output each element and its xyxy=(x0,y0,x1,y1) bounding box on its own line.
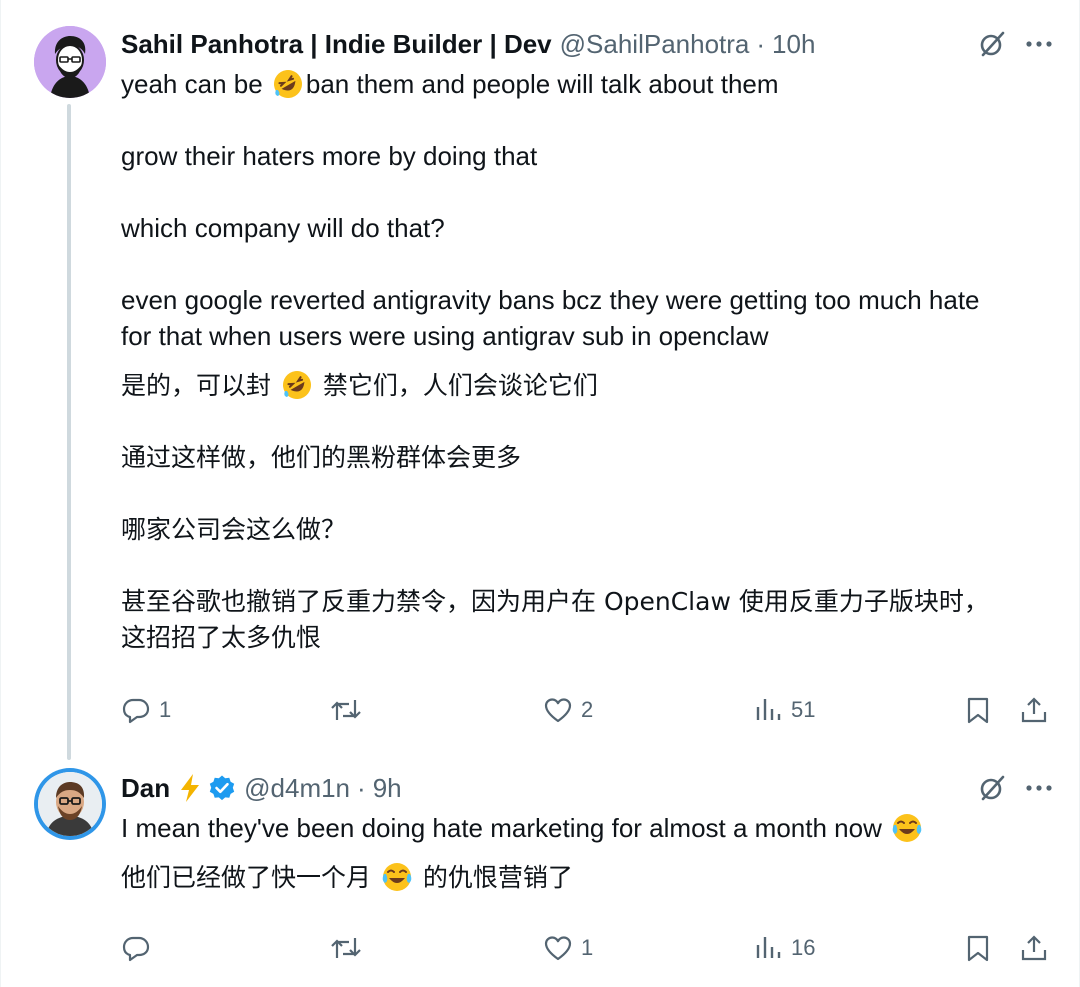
thread-connector-line xyxy=(67,104,71,760)
more-icon[interactable] xyxy=(1025,784,1053,792)
retweet-button[interactable] xyxy=(329,928,371,968)
lightning-bolt-icon xyxy=(178,773,202,803)
user-handle[interactable]: @SahilPanhotra xyxy=(560,29,750,60)
text-line: even google reverted antigravity bans bc… xyxy=(121,285,980,315)
like-count: 2 xyxy=(581,697,594,722)
bookmark-icon xyxy=(963,695,993,725)
text-line: I mean they've been doing hate marketing… xyxy=(121,810,1051,846)
face-with-tears-of-joy-emoji xyxy=(892,814,922,842)
translated-text-line: 他们已经做了快一个月 的仇恨营销了 xyxy=(121,860,1051,896)
views-icon xyxy=(753,695,783,725)
like-icon xyxy=(543,695,573,725)
views-icon xyxy=(753,933,783,963)
text-segment: yeah can be xyxy=(121,69,270,99)
text-line: grow their haters more by doing that xyxy=(121,141,538,171)
retweet-button[interactable] xyxy=(329,690,371,730)
retweet-icon xyxy=(329,933,363,963)
avatar[interactable] xyxy=(34,768,106,840)
separator-dot: · xyxy=(756,28,766,59)
like-count: 1 xyxy=(581,935,594,960)
verified-badge-icon[interactable] xyxy=(208,774,236,802)
avatar-photo xyxy=(38,772,102,836)
tweet-top-actions xyxy=(977,770,1053,806)
like-button[interactable]: 1 xyxy=(543,928,593,968)
text-segment: 禁它们，人们会谈论它们 xyxy=(314,371,598,400)
share-icon xyxy=(1019,933,1049,963)
translated-text-line: 是的，可以封 禁它们，人们会谈论它们 xyxy=(121,368,1051,404)
tweet-1[interactable]: Sahil Panhotra | Indie Builder | Dev @Sa… xyxy=(1,0,1080,760)
avatar[interactable] xyxy=(34,26,106,98)
text-segment: I mean they've been doing hate marketing… xyxy=(121,813,890,843)
tweet-text: I mean they've been doing hate marketing… xyxy=(121,810,1051,896)
face-with-tears-of-joy-emoji xyxy=(382,863,412,891)
tweet-header: Dan @d4m1n · 9h xyxy=(121,770,402,806)
reply-button[interactable]: 1 xyxy=(121,690,171,730)
tweet-action-bar: 1 16 xyxy=(121,928,1053,968)
tweet-action-bar: 1 2 51 xyxy=(121,690,1053,730)
text-segment: 他们已经做了快一个月 xyxy=(121,863,379,892)
bookmark-button[interactable] xyxy=(963,690,993,730)
translated-text-line: 这招招了太多仇恨 xyxy=(121,623,322,652)
bookmark-button[interactable] xyxy=(963,928,993,968)
views-button[interactable]: 51 xyxy=(753,690,815,730)
display-name[interactable]: Dan xyxy=(121,773,170,804)
rolling-on-floor-laughing-emoji xyxy=(273,69,302,98)
tweet-2[interactable]: Dan @d4m1n · 9h I mean they've been doin… xyxy=(1,760,1080,987)
share-button[interactable] xyxy=(1019,690,1049,730)
reply-count: 1 xyxy=(159,697,172,722)
retweet-icon xyxy=(329,695,363,725)
display-name[interactable]: Sahil Panhotra | Indie Builder | Dev xyxy=(121,29,552,60)
thread-container: Sahil Panhotra | Indie Builder | Dev @Sa… xyxy=(0,0,1080,987)
text-line: which company will do that? xyxy=(121,213,445,243)
grok-icon[interactable] xyxy=(977,773,1007,803)
like-icon xyxy=(543,933,573,963)
more-icon[interactable] xyxy=(1025,40,1053,48)
separator-dot: · xyxy=(357,772,366,803)
rolling-on-floor-laughing-emoji xyxy=(282,371,311,399)
views-count: 16 xyxy=(791,935,816,960)
translated-text-line: 甚至谷歌也撤销了反重力禁令，因为用户在 OpenClaw 使用反重力子版块时， xyxy=(121,587,989,616)
text-segment: 的仇恨营销了 xyxy=(414,863,573,892)
user-handle[interactable]: @d4m1n xyxy=(244,773,350,804)
views-count: 51 xyxy=(791,697,816,722)
reply-button[interactable] xyxy=(121,928,159,968)
bookmark-icon xyxy=(963,933,993,963)
text-segment: ban them and people will talk about them xyxy=(305,69,779,99)
tweet-top-actions xyxy=(977,26,1053,62)
translated-text-line: 通过这样做，他们的黑粉群体会更多 xyxy=(121,443,522,472)
share-button[interactable] xyxy=(1019,928,1049,968)
like-button[interactable]: 2 xyxy=(543,690,593,730)
text-line: yeah can be ban them and people will tal… xyxy=(121,66,1051,102)
share-icon xyxy=(1019,695,1049,725)
reply-icon xyxy=(121,695,151,725)
timestamp[interactable]: 10h xyxy=(772,29,815,60)
text-line: for that when users were using antigrav … xyxy=(121,321,769,351)
translated-text-line: 哪家公司会这么做？ xyxy=(121,515,347,544)
reply-icon xyxy=(121,933,151,963)
tweet-header: Sahil Panhotra | Indie Builder | Dev @Sa… xyxy=(121,26,815,62)
avatar-illustration xyxy=(34,26,106,98)
views-button[interactable]: 16 xyxy=(753,928,815,968)
tweet-text: yeah can be ban them and people will tal… xyxy=(121,66,1051,656)
grok-icon[interactable] xyxy=(977,29,1007,59)
timestamp[interactable]: 9h xyxy=(373,773,402,804)
text-segment: 是的，可以封 xyxy=(121,371,279,400)
